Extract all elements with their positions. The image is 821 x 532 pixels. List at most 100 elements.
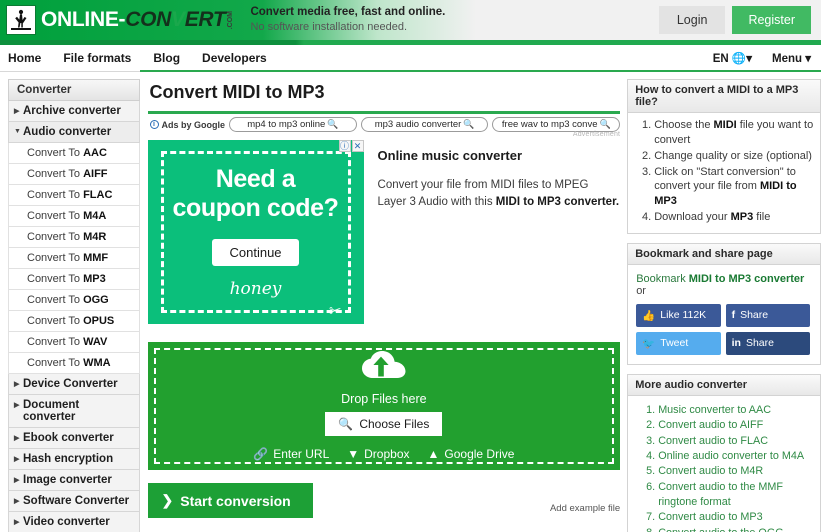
more-converter-link[interactable]: Convert audio to M4R [658, 465, 763, 477]
ad-chip-2[interactable]: mp3 audio converter 🔍 [360, 117, 489, 132]
bookmark-converter-link: MIDI to MP3 converter [688, 272, 805, 285]
ad-chip-1[interactable]: mp4 to mp3 online 🔍 [229, 117, 357, 132]
howto-step: Click on "Start conversion" to convert y… [654, 165, 814, 210]
sidebar-item-convert-to-m4a[interactable]: Convert To M4A [8, 206, 140, 227]
choose-files-button[interactable]: 🔍 Choose Files [325, 412, 443, 436]
google-drive-link[interactable]: ▲ Google Drive [428, 447, 515, 461]
sidebar-category-device-converter[interactable]: ▶ Device Converter [8, 374, 140, 395]
sidebar-category-audio-converter[interactable]: ▼ Audio converter [8, 122, 140, 143]
sidebar-category-label: Audio converter [23, 126, 112, 138]
main-content: Convert MIDI to MP3 i Ads by Google mp4 … [147, 79, 621, 532]
howto-body: Choose the MIDI file you want to convert… [628, 113, 820, 233]
share-button-linkedin-in[interactable]: in Share [725, 331, 810, 355]
cloud-upload-icon [361, 351, 406, 386]
chevron-right-icon: ▶ [14, 519, 20, 526]
site-logo[interactable]: ONLINE- CON V ERT .COM [0, 0, 234, 40]
sidebar-item-convert-to-flac[interactable]: Convert To FLAC [8, 185, 140, 206]
sidebar-category-image-converter[interactable]: ▶ Image converter [8, 470, 140, 491]
nav-item-developers[interactable]: Developers [202, 51, 267, 65]
sidebar-category-label: Image converter [23, 474, 112, 486]
site-tagline: Convert media free, fast and online. No … [250, 5, 445, 35]
sidebar-item-convert-to-ogg[interactable]: Convert To OGG [8, 290, 140, 311]
google-ads-strip: i Ads by Google mp4 to mp3 online 🔍 mp3 a… [148, 114, 621, 134]
login-button[interactable]: Login [658, 6, 726, 34]
ad-chip-3[interactable]: free wav to mp3 conve 🔍 [492, 117, 621, 132]
nav-item-file-formats[interactable]: File formats [63, 51, 131, 65]
more-converters-body: Music converter to AAC Convert audio to A… [628, 396, 820, 532]
nav-item-home[interactable]: Home [8, 51, 41, 65]
logo-part-ert: ERT [184, 8, 226, 31]
info-icon[interactable]: i [149, 120, 159, 129]
howto-steps: Choose the MIDI file you want to convert… [632, 118, 814, 225]
tagline-line-2: No software installation needed. [250, 21, 407, 34]
more-converters-list: Music converter to AAC Convert audio to A… [632, 401, 814, 532]
nav-item-blog[interactable]: Blog [153, 51, 180, 65]
link-icon: 🔗 [253, 447, 269, 461]
intro-title: Online music converter [377, 148, 523, 163]
chevron-down-icon: ▾ [805, 53, 811, 65]
sidebar-item-label: Convert To FLAC [27, 189, 113, 201]
sidebar-item-label: Convert To MP3 [27, 273, 106, 285]
sidebar-category-software-converter[interactable]: ▶ Software Converter [8, 491, 140, 512]
sidebar-item-convert-to-aac[interactable]: Convert To AAC [8, 143, 140, 164]
sidebar-item-convert-to-wma[interactable]: Convert To WMA [8, 353, 140, 374]
sidebar-category-ebook-converter[interactable]: ▶ Ebook converter [8, 428, 140, 449]
nav-underline-accent [140, 70, 821, 72]
more-converter-link[interactable]: Online audio converter to M4A [658, 450, 804, 462]
menu-button[interactable]: Menu ▾ [772, 51, 811, 65]
more-converter-link[interactable]: Convert audio to the MMF ringtone format [658, 481, 783, 508]
sidebar-category-archive-converter[interactable]: ▶ Archive converter [8, 101, 140, 122]
more-converter-link[interactable]: Convert audio to the OGG format [658, 527, 783, 532]
dropbox-link[interactable]: ▼ Dropbox [347, 447, 409, 461]
sidebar-item-convert-to-aiff[interactable]: Convert To AIFF [8, 164, 140, 185]
sidebar-item-convert-to-opus[interactable]: Convert To OPUS [8, 311, 140, 332]
main-navigation: Home File formats Blog Developers EN 🌐▾ … [0, 45, 821, 72]
ad-info-icon[interactable]: ⓘ [338, 140, 351, 152]
sidebar-category-label: Archive converter [23, 105, 121, 117]
sidebar-item-label: Convert To AIFF [27, 168, 108, 180]
ad-continue-button[interactable]: Continue [212, 239, 299, 267]
sidebar-category-document-converter[interactable]: ▶ Document converter [8, 395, 140, 428]
sidebar-item-convert-to-m4r[interactable]: Convert To M4R [8, 227, 140, 248]
more-converter-link[interactable]: Convert audio to AIFF [658, 419, 763, 431]
site-header: ONLINE- CON V ERT .COM Convert media free, f… [0, 0, 821, 40]
right-sidebar: How to convert a MIDI to a MP3 file? Cho… [627, 79, 821, 532]
dropzone-inner: Drop Files here 🔍 Choose Files 🔗 Enter UR… [153, 348, 615, 464]
sidebar-item-label: Convert To OPUS [27, 315, 115, 327]
sidebar-item-convert-to-wav[interactable]: Convert To WAV [8, 332, 140, 353]
share-button-facebook-f[interactable]: f Share [725, 303, 810, 327]
add-example-file-link[interactable]: Add example file [550, 503, 620, 518]
chevron-right-icon: ▶ [14, 108, 20, 115]
sidebar-heading: Converter [8, 79, 140, 101]
more-converter-link[interactable]: Convert audio to MP3 [658, 511, 762, 523]
enter-url-link[interactable]: 🔗 Enter URL [253, 447, 329, 461]
share-button-thumbs-up[interactable]: 👍 Like 112K [636, 303, 721, 327]
start-conversion-button[interactable]: ❯ Start conversion [147, 483, 313, 518]
intro-text-block: Online music converter Convert your file… [364, 140, 621, 324]
nav-right-group: EN 🌐▾ Menu ▾ [713, 51, 821, 65]
dropbox-icon: ▼ [347, 447, 360, 461]
more-converter-item: Convert audio to AIFF [658, 418, 814, 433]
register-button[interactable]: Register [732, 6, 811, 34]
more-converters-title: More audio converter [628, 374, 820, 396]
sidebar-category-video-converter[interactable]: ▶ Video converter [8, 512, 140, 532]
honey-advertisement[interactable]: ⓘ ✕ Need a coupon code? Continue honey ✂ [147, 140, 364, 324]
sidebar-item-convert-to-mmf[interactable]: Convert To MMF [8, 248, 140, 269]
sidebar-category-label: Ebook converter [23, 432, 114, 444]
chevron-right-icon: ▶ [14, 435, 20, 442]
more-converter-link[interactable]: Music converter to AAC [658, 404, 771, 416]
ad-close-icon[interactable]: ✕ [351, 140, 364, 152]
share-button-twitter-bird[interactable]: 🐦 Tweet [636, 331, 721, 355]
language-selector[interactable]: EN 🌐▾ [713, 51, 752, 65]
chevron-right-icon: ▶ [14, 381, 20, 388]
sidebar-category-hash-encryption[interactable]: ▶ Hash encryption [8, 449, 140, 470]
file-dropzone[interactable]: Drop Files here 🔍 Choose Files 🔗 Enter UR… [147, 342, 621, 470]
chevron-down-icon: ▾ [746, 53, 752, 65]
sidebar-item-label: Convert To MMF [27, 252, 109, 264]
sidebar-category-list: ▶ Archive converter ▼ Audio converter Conver… [8, 101, 140, 532]
bookmark-title: Bookmark and share page [628, 243, 820, 265]
bookmark-line: Bookmark MIDI to MP3 converter or [636, 272, 805, 297]
sidebar-item-convert-to-mp3[interactable]: Convert To MP3 [8, 269, 140, 290]
more-converter-link[interactable]: Convert audio to FLAC [658, 435, 768, 447]
howto-step: Download your MP3 file [654, 210, 814, 225]
